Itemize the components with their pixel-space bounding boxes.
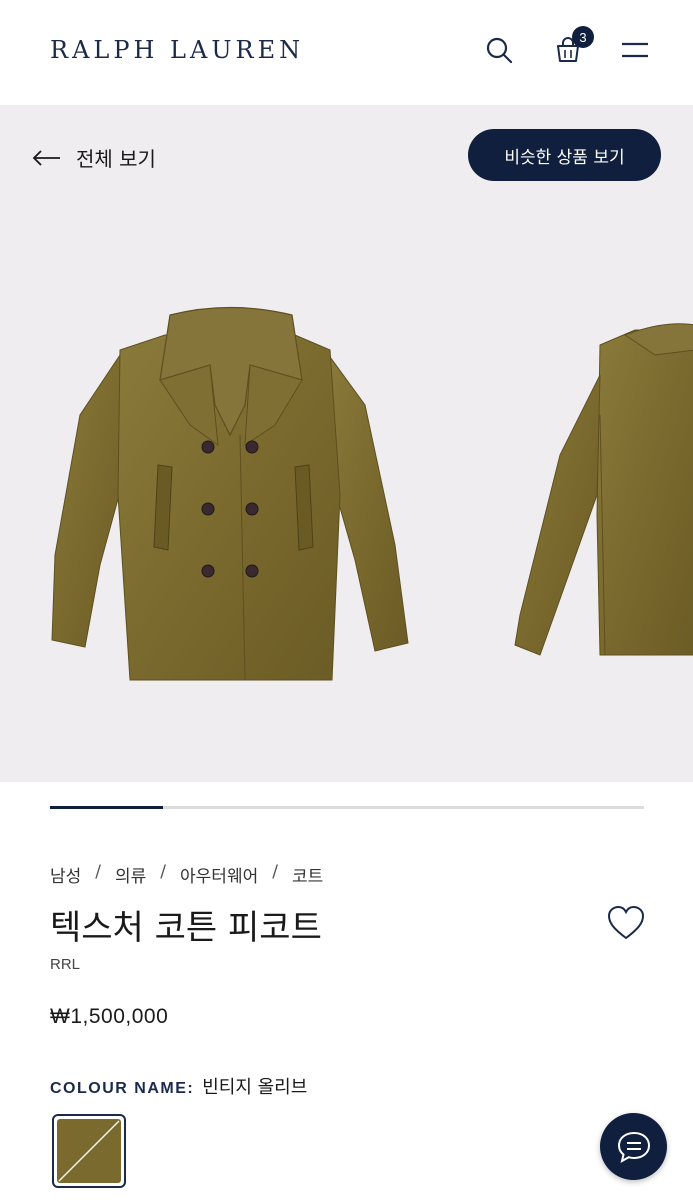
back-to-all-link[interactable]: 전체 보기 [32, 143, 156, 172]
gallery-progress-fill [50, 806, 163, 809]
colour-swatch-vintage-olive[interactable] [52, 1114, 126, 1188]
breadcrumb-outerwear[interactable]: 아우터웨어 [180, 862, 258, 887]
menu-icon[interactable] [617, 32, 653, 68]
site-header: RALPH LAUREN 3 [0, 0, 693, 105]
breadcrumb-coats[interactable]: 코트 [292, 862, 323, 887]
product-title: 텍스처 코튼 피코트 [50, 908, 322, 948]
arrow-left-icon [32, 149, 60, 166]
product-image-gallery[interactable]: 전체 보기 비슷한 상품 보기 [0, 105, 693, 782]
chat-bubble-icon [617, 1131, 650, 1163]
breadcrumb-separator: / [160, 862, 167, 882]
breadcrumb-separator: / [95, 862, 102, 882]
breadcrumb-clothing[interactable]: 의류 [115, 862, 146, 887]
olive-swatch-fill [57, 1119, 121, 1183]
shopping-bag-button[interactable]: 3 [550, 26, 594, 68]
breadcrumb: 남성 / 의류 / 아우터웨어 / 코트 [50, 862, 323, 887]
colour-name-row: COLOUR NAME: 빈티지 올리브 [50, 1073, 307, 1099]
peacoat-back-image[interactable] [505, 315, 693, 675]
back-to-all-label: 전체 보기 [76, 147, 156, 171]
ralph-lauren-logo[interactable]: RALPH LAUREN [50, 36, 304, 64]
product-brand: RRL [50, 956, 81, 973]
wishlist-heart-icon[interactable] [606, 904, 646, 942]
breadcrumb-men[interactable]: 남성 [50, 862, 81, 887]
breadcrumb-separator: / [272, 862, 278, 882]
colour-name-value: 빈티지 올리브 [202, 1077, 308, 1098]
chat-button[interactable] [600, 1113, 667, 1180]
search-icon[interactable] [481, 32, 517, 68]
colour-name-label: COLOUR NAME: [50, 1080, 195, 1097]
peacoat-product-image[interactable] [40, 295, 420, 695]
cart-count-badge: 3 [572, 26, 594, 48]
product-price: ₩1,500,000 [50, 1005, 169, 1028]
gallery-progress-bar [50, 806, 644, 809]
view-similar-button[interactable]: 비슷한 상품 보기 [468, 129, 661, 181]
